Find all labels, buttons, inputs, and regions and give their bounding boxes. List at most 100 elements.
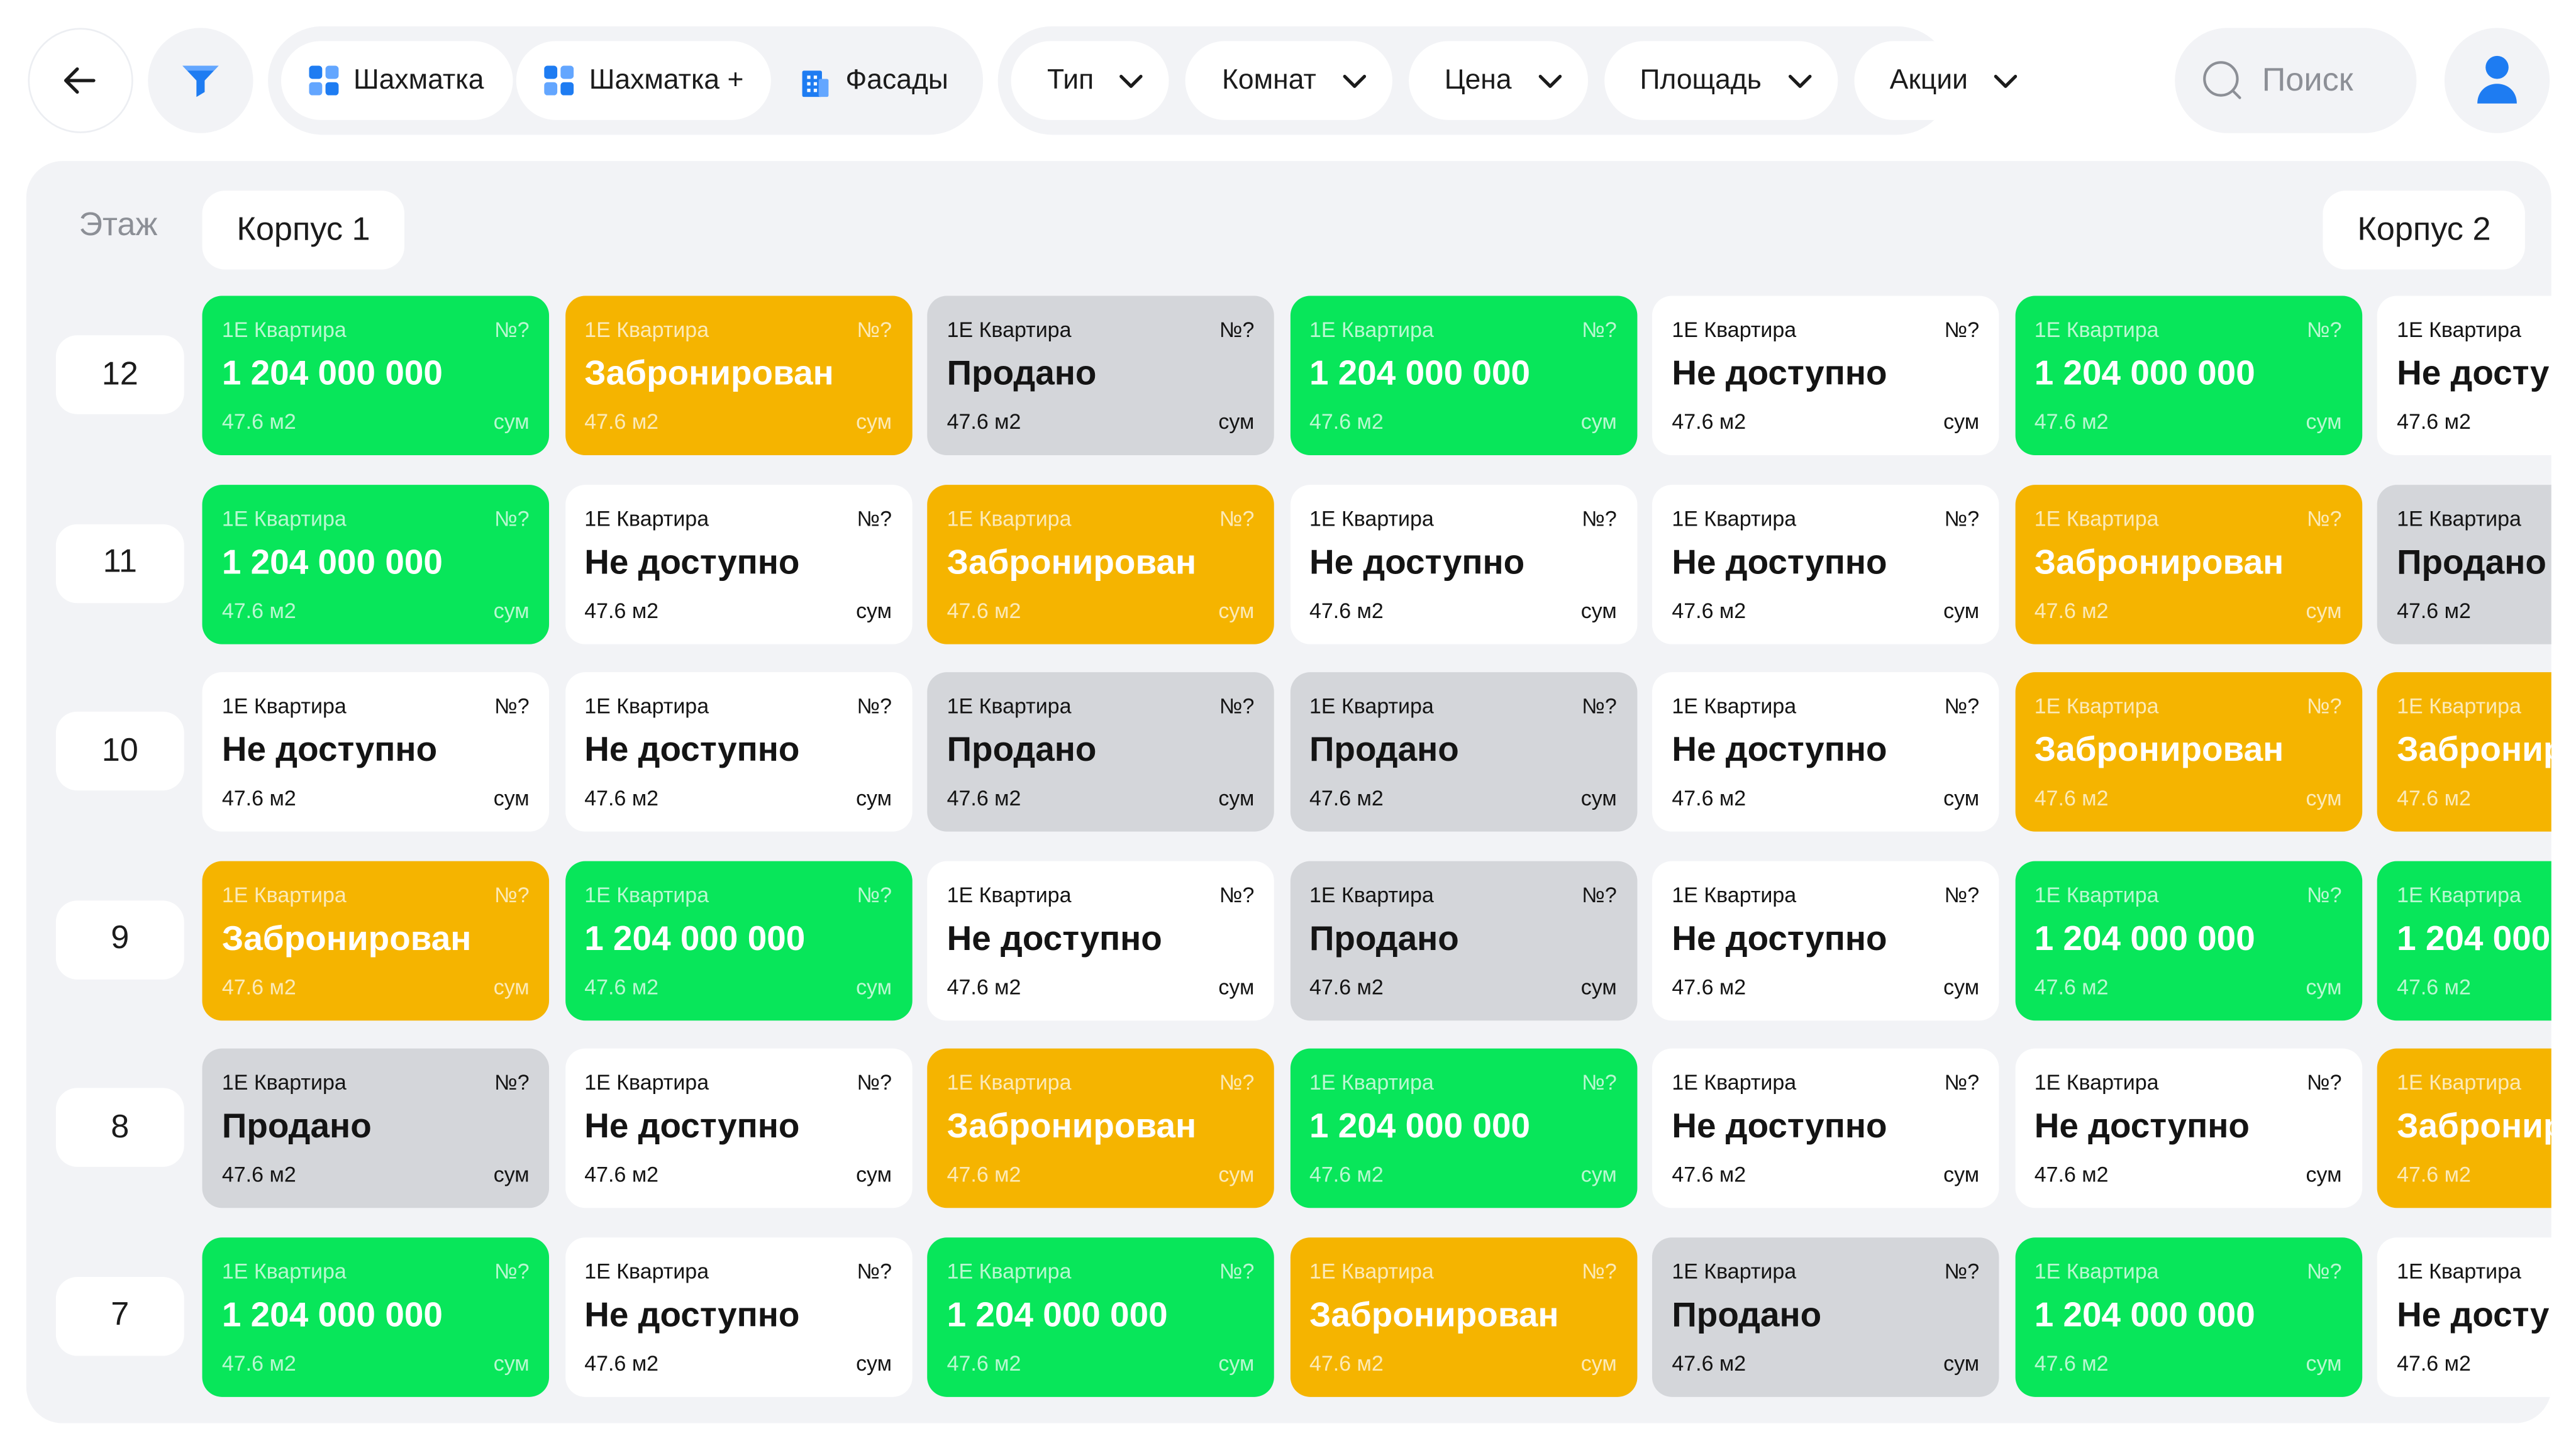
apartment-area: 47.6 м2 <box>2034 1162 2109 1187</box>
apartment-cell[interactable]: 1E Квартира№?Не доступно47.6 м2сум <box>927 860 1274 1020</box>
apartment-area: 47.6 м2 <box>1672 785 1746 810</box>
apartment-cell[interactable]: 1E Квартира№?Продано47.6 м2сум <box>927 672 1274 832</box>
floor-number: 7 <box>55 1276 184 1356</box>
view-tab-facades[interactable]: Фасады <box>772 41 975 119</box>
apartment-cell[interactable]: 1E Квартира№?Не доступно47.6 м2сум <box>2377 1236 2551 1396</box>
search-box[interactable] <box>2175 28 2419 133</box>
apartment-type: 1E Квартира <box>2034 1257 2159 1283</box>
apartment-status: Не доступно <box>221 731 438 770</box>
filter-area-dropdown[interactable]: Площадь <box>1603 41 1838 120</box>
apartment-cell[interactable]: 1E Квартира№?1 204 000 00047.6 м2сум <box>564 860 912 1020</box>
apartment-cell[interactable]: 1E Квартира№?Забронирован47.6 м2сум <box>202 860 550 1020</box>
building-icon <box>801 64 831 97</box>
apartment-cell[interactable]: 1E Квартира№?Не доступно47.6 м2сум <box>564 1236 912 1396</box>
filter-price-dropdown[interactable]: Цена <box>1408 41 1587 120</box>
apartment-cell[interactable]: 1E Квартира№?Не доступно47.6 м2сум <box>1652 296 1999 456</box>
apartment-number: №? <box>2307 317 2342 342</box>
apartment-type: 1E Квартира <box>2034 317 2159 342</box>
building-tab-1[interactable]: Корпус 1 <box>202 191 405 270</box>
apartment-cell[interactable]: 1E Квартира№?Не доступно47.6 м2сум <box>1652 672 1999 832</box>
apartment-area: 47.6 м2 <box>584 973 659 998</box>
apartment-cell[interactable]: 1E Квартира№?Забронирован47.6 м2сум <box>2377 672 2551 832</box>
view-tab-shakhmatka[interactable]: Шахматка <box>280 41 514 120</box>
apartment-type: 1E Квартира <box>584 693 709 719</box>
apartment-type: 1E Квартира <box>221 693 347 719</box>
apartment-type: 1E Квартира <box>221 881 347 907</box>
apartment-cell[interactable]: 1E Квартира№?Не доступно47.6 м2сум <box>1289 483 1637 644</box>
apartment-status: Продано <box>1672 1296 1822 1334</box>
apartment-type: 1E Квартира <box>1309 1257 1434 1283</box>
apartment-status: Забронирован <box>584 355 834 393</box>
filter-rooms-dropdown[interactable]: Комнат <box>1185 41 1392 120</box>
apartment-status: 1 204 000 000 <box>221 543 443 582</box>
apartment-cell[interactable]: 1E Квартира№?Не доступно47.6 м2сум <box>1652 860 1999 1020</box>
apartment-number: №? <box>494 505 530 530</box>
apartment-cell[interactable]: 1E Квартира№?Не доступно47.6 м2сум <box>2014 1048 2362 1208</box>
apartment-cell[interactable]: 1E Квартира№?Забронирован47.6 м2сум <box>564 296 912 456</box>
apartment-status: 1 204 000 000 <box>2034 1296 2255 1334</box>
apartment-status: Не доступно <box>2034 1107 2250 1146</box>
apartment-status: Не доступно <box>1309 543 1525 582</box>
user-profile-button[interactable] <box>2444 28 2550 133</box>
price-currency: сум <box>856 597 892 622</box>
apartment-cell[interactable]: 1E Квартира№?1 204 000 00047.6 м2сум <box>2014 1236 2362 1396</box>
apartment-cell[interactable]: 1E Квартира№?Забронирован47.6 м2сум <box>1289 1236 1637 1396</box>
back-button[interactable] <box>28 28 133 133</box>
apartment-cell[interactable]: 1E Квартира№?Забронирован47.6 м2сум <box>2014 672 2362 832</box>
apartment-cell[interactable]: 1E Квартира№?Не доступно47.6 м2сум <box>202 672 550 832</box>
filter-promo-dropdown[interactable]: Акции <box>1853 41 2044 120</box>
apartment-cell[interactable]: 1E Квартира№?Продано47.6 м2сум <box>1289 672 1637 832</box>
apartment-cell[interactable]: 1E Квартира№?Продано47.6 м2сум <box>927 296 1274 456</box>
apartment-cell[interactable]: 1E Квартира№?Продано47.6 м2сум <box>1652 1236 1999 1396</box>
funnel-icon <box>179 61 222 101</box>
apartment-type: 1E Квартира <box>584 505 709 530</box>
apartment-cell[interactable]: 1E Квартира№?Не доступно47.6 м2сум <box>2377 296 2551 456</box>
apartment-cell[interactable]: 1E Квартира№?Забронирован47.6 м2сум <box>927 1048 1274 1208</box>
price-currency: сум <box>1580 785 1617 810</box>
apartment-status: Не доступно <box>584 543 800 582</box>
apartment-cell[interactable]: 1E Квартира№?1 204 000 00047.6 м2сум <box>1289 1048 1637 1208</box>
apartment-type: 1E Квартира <box>584 317 709 342</box>
apartment-number: №? <box>494 881 530 907</box>
apartment-number: №? <box>857 881 892 907</box>
apartment-cell[interactable]: 1E Квартира№?1 204 000 00047.6 м2сум <box>202 1236 550 1396</box>
apartment-cell[interactable]: 1E Квартира№?Не доступно47.6 м2сум <box>564 483 912 644</box>
apartment-cell[interactable]: 1E Квартира№?Не доступно47.6 м2сум <box>1652 483 1999 644</box>
apartment-status: Забронирован <box>947 1107 1197 1146</box>
building-tab-2[interactable]: Корпус 2 <box>2323 191 2526 270</box>
apartment-type: 1E Квартира <box>584 881 709 907</box>
apartment-cell[interactable]: 1E Квартира№?Продано47.6 м2сум <box>1289 860 1637 1020</box>
filter-label: Комнат <box>1222 64 1316 96</box>
apartment-cell[interactable]: 1E Квартира№?1 204 000 00047.6 м2сум <box>927 1236 1274 1396</box>
apartment-cell[interactable]: 1E Квартира№?1 204 000 00047.6 м2сум <box>2014 296 2362 456</box>
search-input[interactable] <box>2262 62 2419 100</box>
apartment-status: 1 204 000 000 <box>947 1296 1168 1334</box>
view-tab-shakhmatka-plus[interactable]: Шахматка + <box>516 41 772 120</box>
apartment-type: 1E Квартира <box>2034 1069 2159 1095</box>
apartment-number: №? <box>1219 1257 1255 1283</box>
apartment-type: 1E Квартира <box>1672 505 1797 530</box>
apartment-cell[interactable]: 1E Квартира№?1 204 000 00047.6 м2сум <box>202 296 550 456</box>
apartment-type: 1E Квартира <box>1672 1069 1797 1095</box>
apartment-number: №? <box>494 1257 530 1283</box>
apartment-cell[interactable]: 1E Квартира№?Забронирован47.6 м2сум <box>2014 483 2362 644</box>
apartment-type: 1E Квартира <box>1672 317 1797 342</box>
apartment-cell[interactable]: 1E Квартира№?1 204 000 00047.6 м2сум <box>2377 860 2551 1020</box>
apartment-cell[interactable]: 1E Квартира№?1 204 000 00047.6 м2сум <box>202 483 550 644</box>
filter-label: Площадь <box>1640 64 1762 96</box>
apartment-area: 47.6 м2 <box>584 1350 659 1375</box>
filter-type-dropdown[interactable]: Тип <box>1011 41 1170 120</box>
apartment-cell[interactable]: 1E Квартира№?Не доступно47.6 м2сум <box>1652 1048 1999 1208</box>
price-currency: сум <box>1218 409 1255 434</box>
apartment-status: Не доступно <box>584 1296 800 1334</box>
apartment-cell[interactable]: 1E Квартира№?Не доступно47.6 м2сум <box>564 672 912 832</box>
apartment-cell[interactable]: 1E Квартира№?Забронирован47.6 м2сум <box>927 483 1274 644</box>
apartment-cell[interactable]: 1E Квартира№?1 204 000 00047.6 м2сум <box>1289 296 1637 456</box>
apartment-cell[interactable]: 1E Квартира№?Забронирован47.6 м2сум <box>2377 1048 2551 1208</box>
apartment-cell[interactable]: 1E Квартира№?Продано47.6 м2сум <box>2377 483 2551 644</box>
filter-button[interactable] <box>148 28 253 133</box>
apartment-area: 47.6 м2 <box>947 1162 1021 1187</box>
apartment-cell[interactable]: 1E Квартира№?1 204 000 00047.6 м2сум <box>2014 860 2362 1020</box>
apartment-cell[interactable]: 1E Квартира№?Продано47.6 м2сум <box>202 1048 550 1208</box>
apartment-cell[interactable]: 1E Квартира№?Не доступно47.6 м2сум <box>564 1048 912 1208</box>
